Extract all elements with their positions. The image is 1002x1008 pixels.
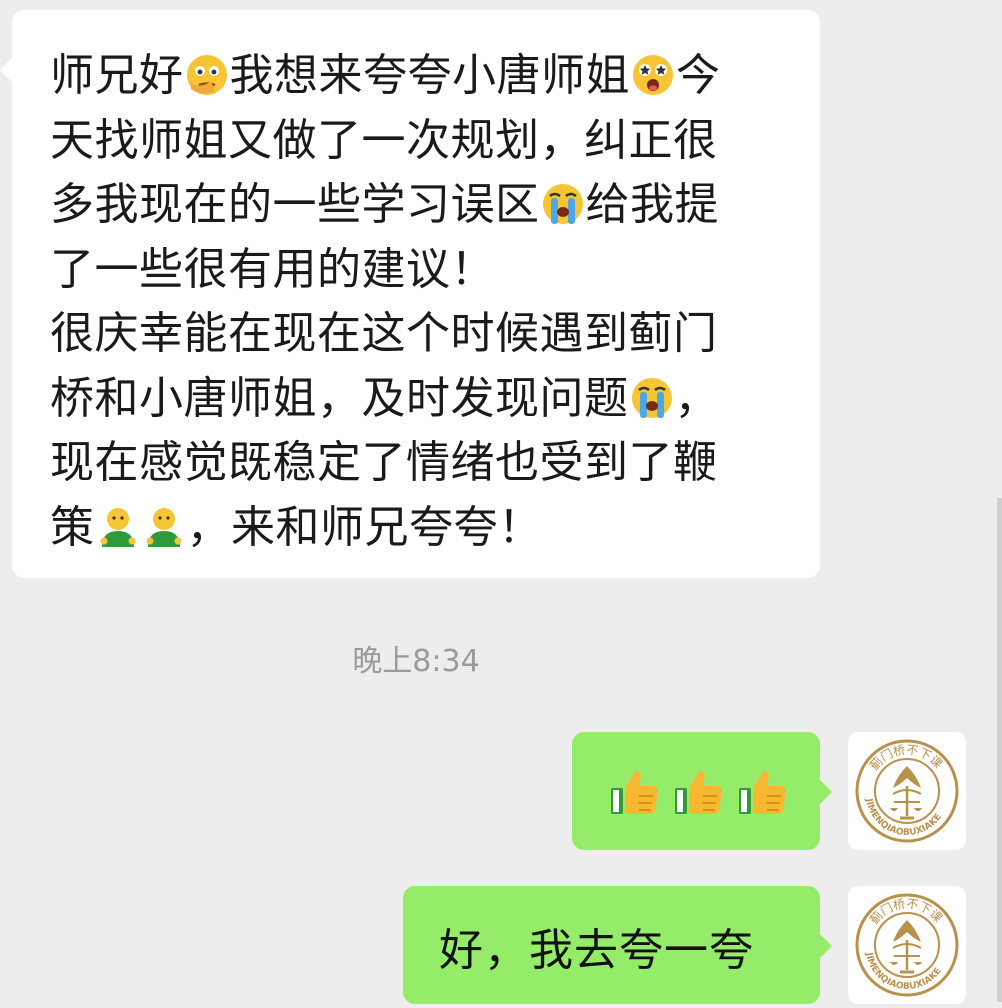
outgoing-message-bubble-emoji[interactable] <box>572 732 832 850</box>
message-text-segment: ， <box>674 372 719 424</box>
crying-face-icon <box>542 184 583 224</box>
message-text-segment: 给我提 <box>585 179 719 230</box>
message-line: 策 ，来和师兄夸夸！ <box>50 496 810 561</box>
thumbs-up-icon <box>611 771 659 814</box>
jimenqiao-logo-icon: 蓟门桥不下课JIMENQIAOBUXIAKE <box>855 893 959 997</box>
person-green-shirt-icon <box>100 507 135 547</box>
thinking-face-icon <box>186 55 227 95</box>
message-text-segment: 很庆幸能在现在这个时候遇到蓟门 <box>50 308 718 359</box>
outgoing-message-text: 好，我去夸一夸 <box>439 925 754 976</box>
message-text-segment: 师兄好 <box>50 50 184 101</box>
avatar[interactable]: 蓟门桥不下课 JIMENQIAOBUXIAKE <box>848 886 966 1004</box>
message-text-segment: 桥和小唐师姐，及时发现问题 <box>50 372 629 424</box>
message-timestamp: 晚上8:34 <box>352 644 480 679</box>
thumbs-up-row <box>608 766 790 818</box>
thumbs-up-icon <box>739 771 787 814</box>
message-text-segment: 策 <box>50 501 95 553</box>
message-text-segment: 现在感觉既稳定了情绪也受到了鞭 <box>50 437 718 488</box>
message-text-segment: 多我现在的一些学习误区 <box>50 179 540 230</box>
message-line: 天找师姐又做了一次规划，纠正很 <box>50 109 810 174</box>
message-line: 很庆幸能在现在这个时候遇到蓟门 <box>50 302 810 367</box>
message-line: 现在感觉既稳定了情绪也受到了鞭 <box>50 431 810 496</box>
incoming-message-bubble[interactable]: 师兄好 我想来夸夸小唐师姐今天找师姐又做了一次规划，纠正很 多我现在的一些学习误区给… <box>0 10 820 578</box>
person-green-shirt-icon <box>146 507 181 547</box>
outgoing-message-bubble-text[interactable]: 好，我去夸一夸 <box>403 886 832 1004</box>
message-text-segment: 天找师姐又做了一次规划，纠正很 <box>50 114 718 166</box>
crying-face-icon <box>631 377 672 418</box>
jimenqiao-logo-icon: 蓟门桥不下课JIMENQIAOBUXIAKE <box>855 739 959 843</box>
message-text-segment: 了一些很有用的建议！ <box>50 243 495 295</box>
message-text-segment: ，来和师兄夸夸！ <box>186 501 543 553</box>
message-text-segment: 今 <box>676 50 721 101</box>
message-text-segment: 我想来夸夸小唐师姐 <box>229 50 630 101</box>
message-line: 师兄好 我想来夸夸小唐师姐今 <box>50 44 810 109</box>
avatar[interactable]: 蓟门桥不下课 JIMENQIAOBUXIAKE <box>848 732 966 850</box>
scrollbar[interactable] <box>997 498 1002 1002</box>
message-line: 多我现在的一些学习误区 给我提 <box>50 173 810 238</box>
message-line: 桥和小唐师姐，及时发现问题 ， <box>50 367 810 432</box>
thumbs-up-icon <box>675 771 723 814</box>
starstruck-face-icon <box>633 55 673 95</box>
message-line: 了一些很有用的建议！ <box>50 238 810 303</box>
incoming-message-text: 师兄好 我想来夸夸小唐师姐今天找师姐又做了一次规划，纠正很 多我现在的一些学习误区给… <box>50 44 810 560</box>
